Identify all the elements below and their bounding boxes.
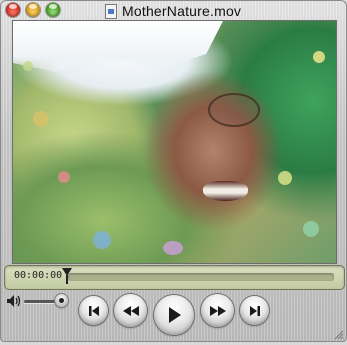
zoom-window-button[interactable] bbox=[46, 3, 60, 17]
video-speck bbox=[313, 51, 325, 63]
video-speck bbox=[58, 171, 70, 183]
quicktime-window: MotherNature.mov 00:00:00 bbox=[0, 0, 347, 342]
video-speck bbox=[33, 111, 49, 127]
resize-grip-icon[interactable] bbox=[332, 327, 344, 340]
rewind-icon bbox=[122, 305, 139, 316]
title-bar[interactable]: MotherNature.mov bbox=[0, 0, 347, 22]
minimize-window-button[interactable] bbox=[26, 3, 40, 17]
fast-forward-button[interactable] bbox=[201, 294, 234, 327]
skip-to-start-icon bbox=[88, 305, 99, 316]
go-to-end-button[interactable] bbox=[240, 296, 269, 325]
video-frame[interactable] bbox=[12, 20, 337, 264]
video-glasses-region bbox=[208, 93, 260, 127]
video-speck bbox=[278, 171, 292, 185]
window-title-group: MotherNature.mov bbox=[105, 2, 241, 20]
video-speck bbox=[163, 241, 183, 255]
skip-to-end-icon bbox=[249, 305, 260, 316]
fast-forward-icon bbox=[209, 305, 226, 316]
window-title: MotherNature.mov bbox=[122, 3, 242, 19]
video-cloth-region bbox=[13, 21, 223, 72]
speaker-icon[interactable] bbox=[6, 294, 22, 308]
movie-document-icon[interactable] bbox=[105, 3, 117, 19]
video-speck bbox=[93, 231, 111, 249]
playhead-handle[interactable] bbox=[62, 268, 72, 284]
go-to-start-button[interactable] bbox=[79, 296, 108, 325]
rewind-button[interactable] bbox=[114, 294, 147, 327]
time-scrubber[interactable]: 00:00:00 bbox=[4, 265, 345, 290]
close-window-button[interactable] bbox=[6, 3, 20, 17]
scrubber-track[interactable] bbox=[68, 273, 334, 281]
volume-slider-knob[interactable] bbox=[55, 294, 68, 307]
video-speck bbox=[303, 221, 319, 237]
play-button[interactable] bbox=[154, 295, 194, 335]
video-speck bbox=[23, 61, 33, 71]
video-mouth-region bbox=[203, 181, 248, 201]
play-icon bbox=[169, 307, 181, 323]
current-timecode: 00:00:00 bbox=[14, 270, 63, 281]
